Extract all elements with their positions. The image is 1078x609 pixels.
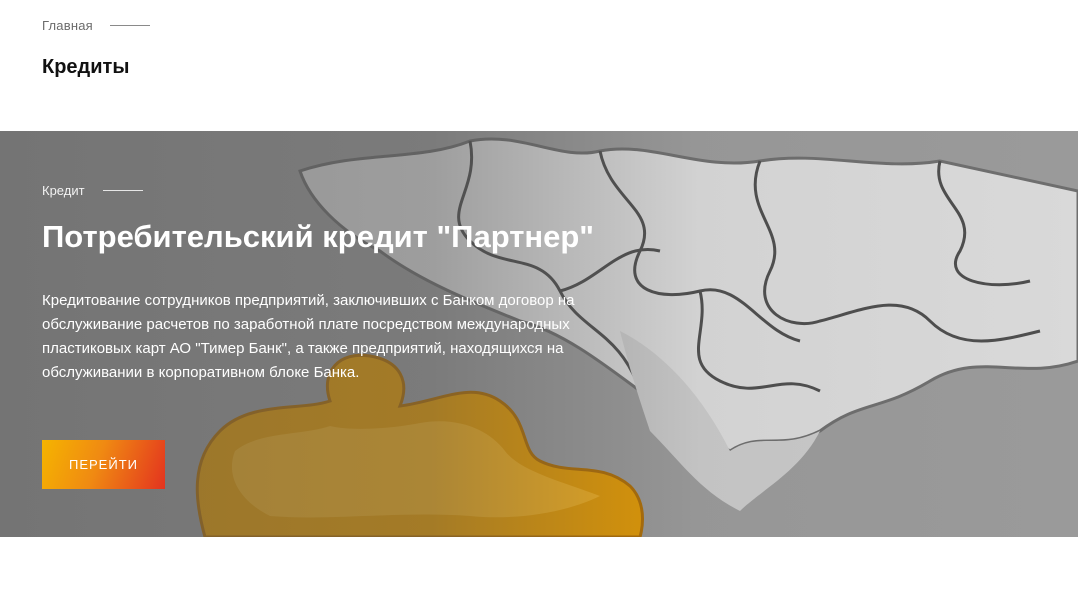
hero-title: Потребительский кредит "Партнер"	[42, 219, 595, 254]
page-title: Кредиты	[42, 56, 130, 78]
hero-description: Кредитование сотрудников предприятий, за…	[42, 292, 575, 381]
hero-category-line	[102, 190, 143, 191]
go-button[interactable]: ПЕРЕЙТИ	[42, 440, 165, 489]
breadcrumb-separator-line	[109, 25, 150, 26]
hero-category-label: Кредит	[42, 183, 85, 198]
hero-banner: Кредит Потребительский кредит "Партнер" …	[0, 131, 1078, 537]
breadcrumb: Главная	[42, 18, 150, 33]
hero-category: Кредит	[42, 183, 143, 198]
breadcrumb-home-link[interactable]: Главная	[42, 18, 93, 33]
